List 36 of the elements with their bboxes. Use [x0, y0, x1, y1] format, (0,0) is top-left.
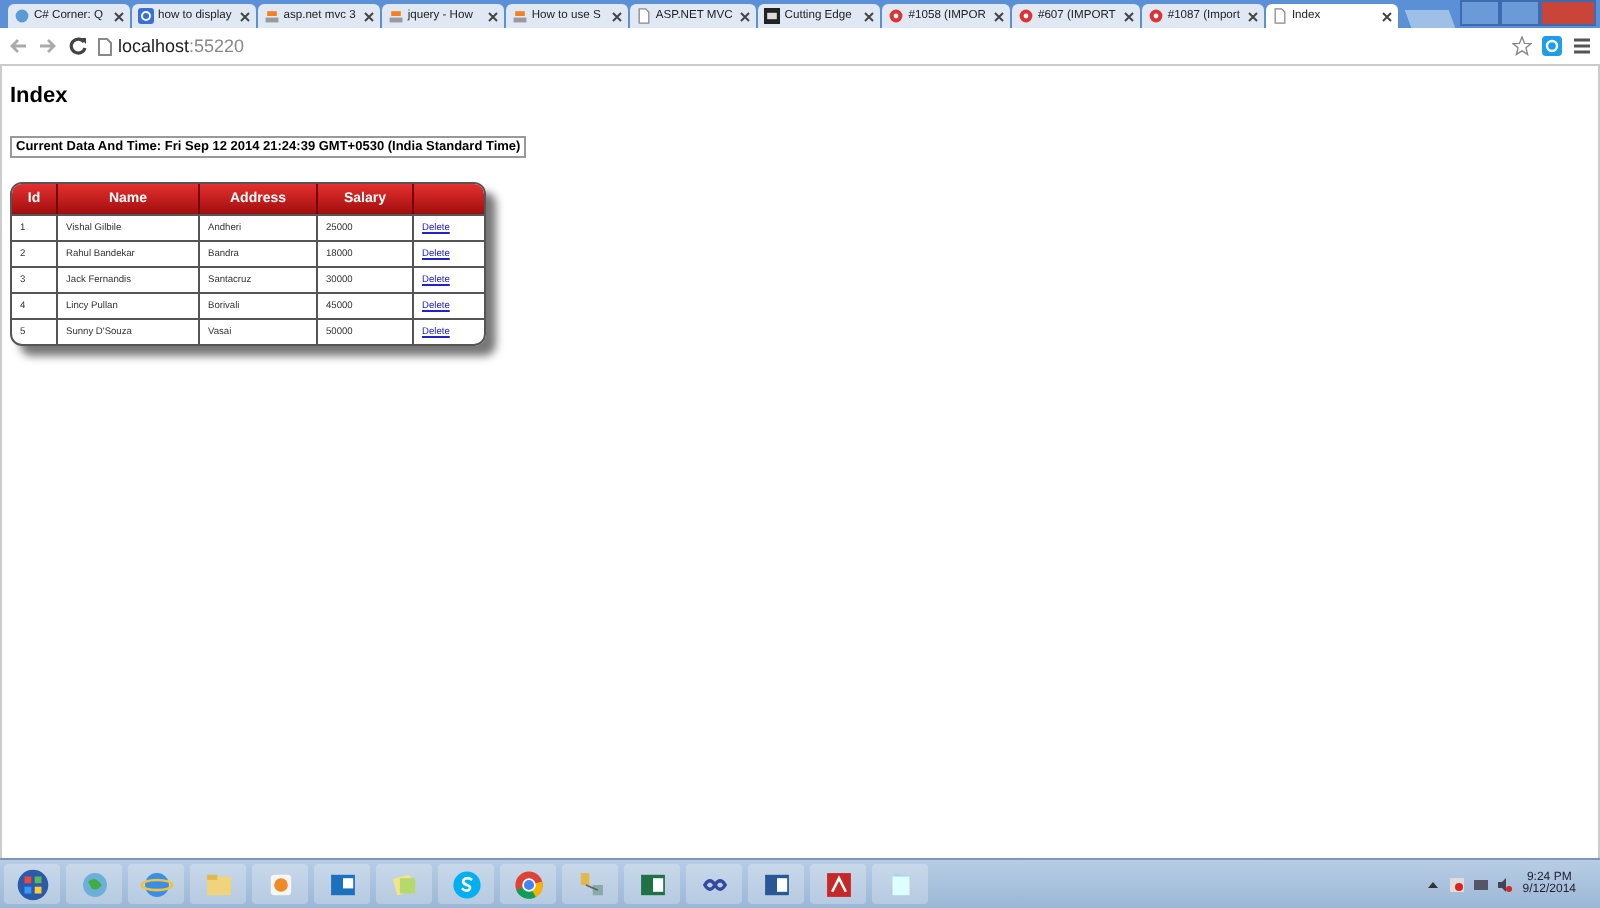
close-icon[interactable]	[1381, 11, 1392, 21]
close-icon[interactable]	[993, 11, 1004, 21]
reload-icon[interactable]	[68, 36, 88, 56]
search-engine-icon	[138, 8, 154, 24]
page-icon	[98, 37, 112, 55]
close-icon[interactable]	[363, 11, 374, 21]
page-icon	[1271, 8, 1288, 24]
spreadsheet-icon[interactable]	[624, 864, 680, 904]
speaker-icon[interactable]	[1498, 877, 1513, 891]
magazine-icon	[764, 8, 781, 24]
bug-icon	[888, 8, 905, 24]
menu-icon[interactable]	[1572, 36, 1592, 56]
address-bar[interactable]: localhost:55220	[98, 33, 1502, 59]
star-icon[interactable]	[1512, 36, 1532, 56]
start-button[interactable]	[4, 864, 60, 904]
chrome-icon[interactable]	[500, 864, 556, 904]
skype-icon[interactable]	[1542, 36, 1562, 56]
close-icon[interactable]	[1123, 11, 1134, 21]
close-icon[interactable]	[239, 11, 250, 21]
mail-icon[interactable]	[314, 864, 370, 904]
close-icon[interactable]	[487, 11, 498, 21]
document-icon[interactable]	[748, 864, 804, 904]
stack-icon	[387, 8, 404, 24]
stack-icon	[263, 8, 280, 24]
site-icon	[14, 8, 30, 24]
bug-icon	[1017, 8, 1034, 24]
close-icon[interactable]	[114, 11, 124, 21]
close-icon[interactable]	[1247, 11, 1258, 21]
close-icon[interactable]	[740, 11, 751, 21]
close-icon[interactable]	[864, 11, 875, 21]
stack-icon	[511, 8, 528, 24]
bug-icon	[1147, 8, 1164, 24]
close-icon[interactable]	[611, 11, 622, 21]
pdf-icon[interactable]	[810, 864, 866, 904]
page-heading: Index	[10, 84, 70, 108]
page-icon	[635, 8, 652, 24]
